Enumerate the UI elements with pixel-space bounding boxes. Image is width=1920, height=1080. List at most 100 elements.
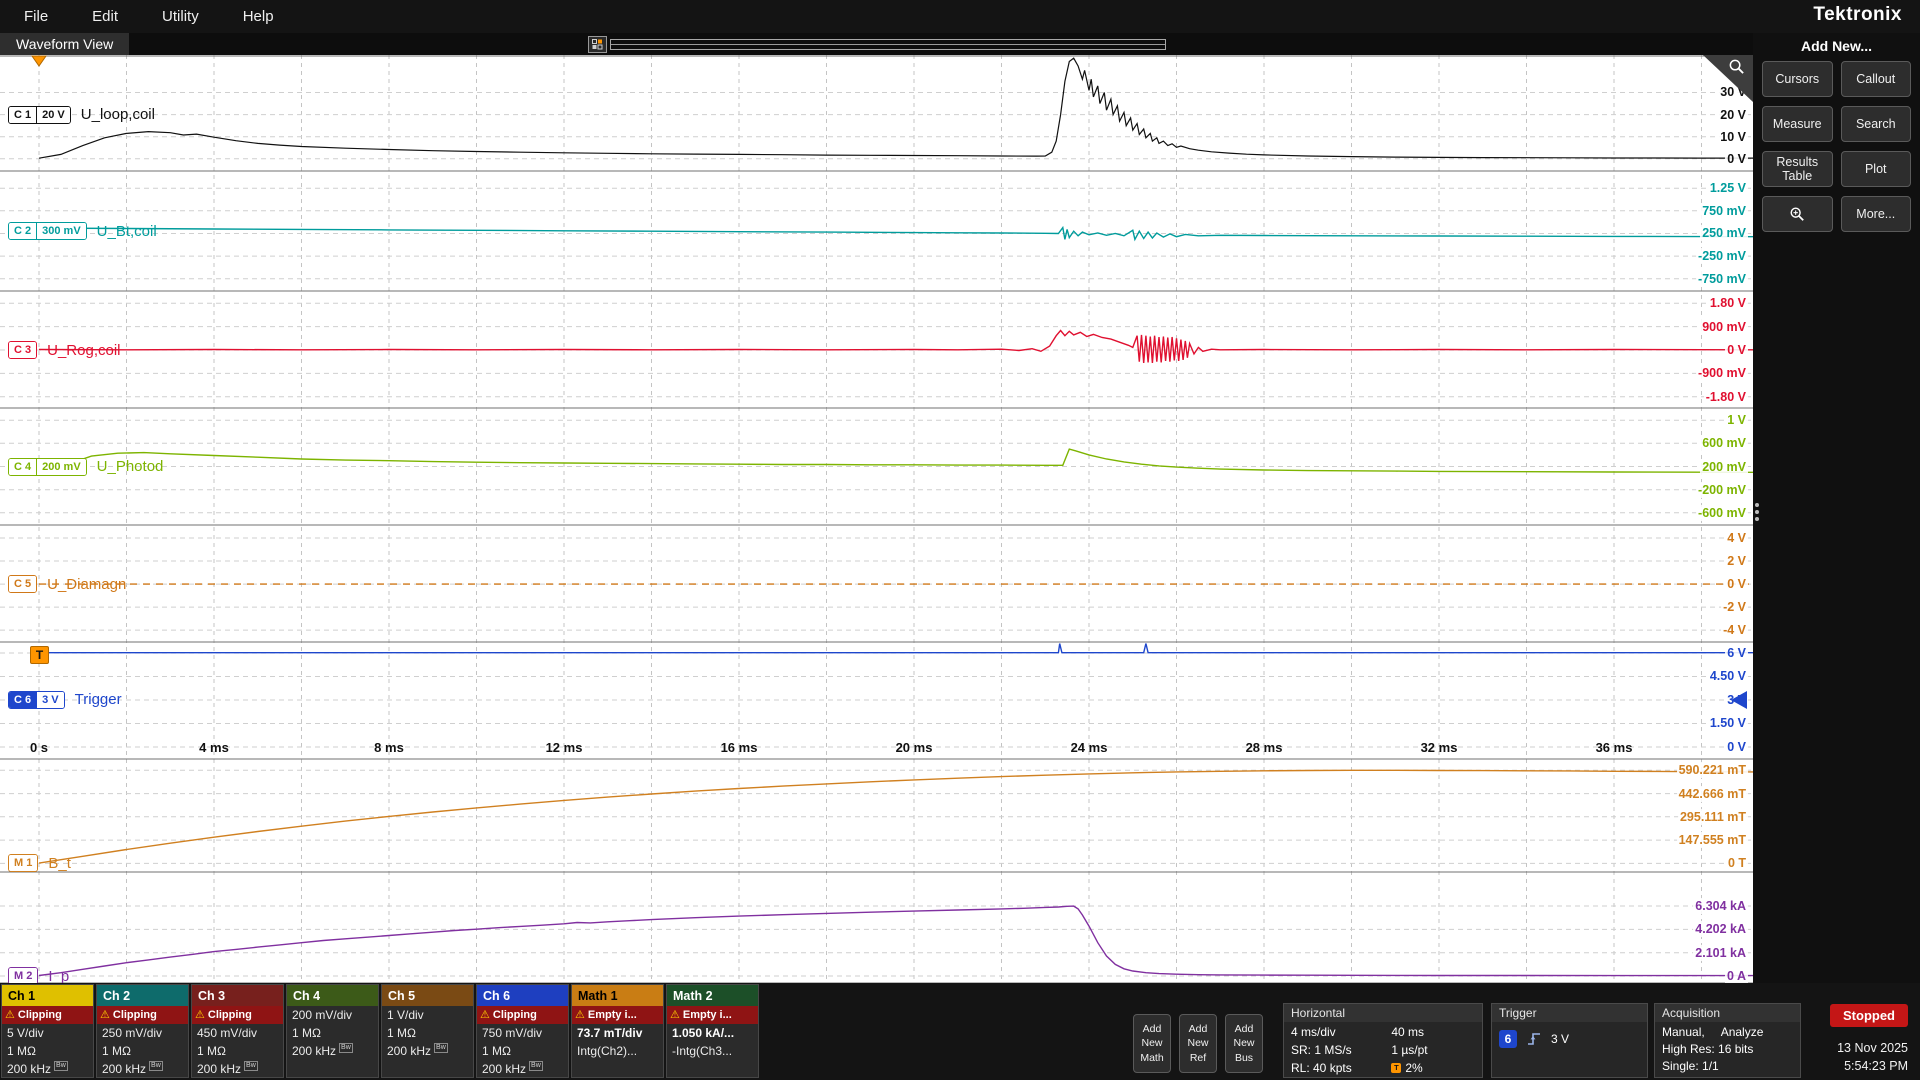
channel-strip-tab[interactable]: Ch 4 (287, 985, 378, 1006)
add-new-math-button[interactable]: Add New Math (1133, 1014, 1171, 1073)
channel-badge-ch3[interactable]: C 3 (8, 341, 37, 359)
channel-strip-ch-6[interactable]: Ch 6⚠Clipping750 mV/div1 MΩ200 kHzBw (476, 984, 569, 1078)
channel-strip-ch-5[interactable]: Ch 51 V/div1 MΩ200 kHzBw (381, 984, 474, 1078)
warning-text: Clipping (113, 1009, 157, 1021)
channel-badge-m1[interactable]: M 1 (8, 854, 38, 872)
channel-setting-row: 5 V/div (2, 1024, 93, 1042)
channel-strip-math-1[interactable]: Math 1⚠Empty i...73.7 mT/divIntg(Ch2)... (571, 984, 664, 1078)
warning-text: Clipping (18, 1009, 62, 1021)
channel-handle-m1[interactable]: M 1B_t (8, 852, 71, 874)
channel-badge-ch5[interactable]: C 5 (8, 575, 37, 593)
sidebar-button-measure[interactable]: Measure (1762, 106, 1833, 142)
sidebar-button-plot[interactable]: Plot (1841, 151, 1912, 187)
channel-scale-ch1: 20 V (36, 107, 70, 123)
clipping-warning: ⚠Clipping (192, 1006, 283, 1024)
channel-strip-tab[interactable]: Ch 6 (477, 985, 568, 1006)
channel-handle-ch5[interactable]: C 5U_Diamagn (8, 573, 126, 595)
channel-strip-tab[interactable]: Math 2 (667, 985, 758, 1006)
panel-drag-handle[interactable] (1755, 503, 1759, 521)
channel-setting-row: 1 MΩ (382, 1024, 473, 1042)
trigger-source-flag[interactable]: T (30, 646, 49, 664)
date-label: 13 Nov 2025 (1837, 1041, 1908, 1055)
channel-strip-ch-2[interactable]: Ch 2⚠Clipping250 mV/div1 MΩ200 kHzBw (96, 984, 189, 1078)
channel-strip-tab[interactable]: Ch 3 (192, 985, 283, 1006)
sidebar-button-zoom[interactable] (1762, 196, 1833, 232)
sidebar-button-callout[interactable]: Callout (1841, 61, 1912, 97)
sample-rate: SR: 1 MS/s (1291, 1042, 1391, 1058)
channel-badge-name-ch4: C 4 (9, 459, 36, 475)
sidebar-button-cursors[interactable]: Cursors (1762, 61, 1833, 97)
channel-handle-ch3[interactable]: C 3U_Rog,coil (8, 339, 121, 361)
channel-strip-ch-4[interactable]: Ch 4200 mV/div1 MΩ200 kHzBw (286, 984, 379, 1078)
trigger-position-percent: 2% (1405, 1060, 1422, 1076)
trigger-level: 3 V (1551, 1032, 1569, 1046)
tektronix-logo: Tektronix (1813, 4, 1902, 26)
horizontal-panel[interactable]: Horizontal 4 ms/div 40 ms SR: 1 MS/s 1 µ… (1283, 1003, 1483, 1078)
channel-strip-tab[interactable]: Ch 2 (97, 985, 188, 1006)
channel-strip-tab[interactable]: Math 1 (572, 985, 663, 1006)
sidebar-button-more[interactable]: More... (1841, 196, 1912, 232)
channel-badge-ch6[interactable]: C 63 V (8, 691, 65, 709)
warning-icon: ⚠ (670, 1010, 680, 1021)
menu-item-edit[interactable]: Edit (92, 8, 118, 25)
acquisition-status-badge[interactable]: Stopped (1830, 1004, 1908, 1027)
menubar: File Edit Utility Help Tektronix (0, 0, 1920, 33)
channel-scale-ch4: 200 mV (36, 459, 86, 475)
bottom-bar: Ch 1⚠Clipping5 V/div1 MΩ200 kHzBwCh 2⚠Cl… (0, 983, 1920, 1080)
bandwidth-badge: Bw (434, 1043, 448, 1053)
axis-tick-label-ch3: 0 V (1725, 342, 1748, 358)
channel-badge-ch2[interactable]: C 2300 mV (8, 222, 87, 240)
channel-label-ch1: U_loop,coil (81, 106, 155, 123)
acquisition-single-count: Single: 1/1 (1662, 1058, 1719, 1075)
magnifier-icon (1789, 206, 1805, 222)
warning-text: Clipping (493, 1009, 537, 1021)
channel-strip-tab[interactable]: Ch 1 (2, 985, 93, 1006)
time-label: 5:54:23 PM (1844, 1059, 1908, 1073)
channel-setting-row: 200 kHzBw (382, 1042, 473, 1060)
menu-item-utility[interactable]: Utility (162, 8, 199, 25)
channel-handle-ch2[interactable]: C 2300 mVU_Bt,coil (8, 220, 157, 242)
axis-tick-label-ch3: -1.80 V (1704, 389, 1748, 405)
bandwidth-badge: Bw (244, 1061, 258, 1071)
channel-strip-body: ⚠Clipping750 mV/div1 MΩ200 kHzBw (477, 1006, 568, 1078)
trigger-panel[interactable]: Trigger 6 3 V (1491, 1003, 1648, 1078)
channel-strip-ch-3[interactable]: Ch 3⚠Clipping450 mV/div1 MΩ200 kHzBw (191, 984, 284, 1078)
sidebar-button-results-table[interactable]: Results Table (1762, 151, 1833, 187)
channel-badge-ch4[interactable]: C 4200 mV (8, 458, 87, 476)
right-sidebar: Add New... CursorsCalloutMeasureSearchRe… (1753, 33, 1920, 983)
channel-handle-ch4[interactable]: C 4200 mV U_Photod (8, 456, 163, 478)
channel-strip-tab[interactable]: Ch 5 (382, 985, 473, 1006)
acquisition-analyze: Analyze (1721, 1024, 1764, 1041)
menu-item-help[interactable]: Help (243, 8, 274, 25)
add-new-ref-button[interactable]: Add New Ref (1179, 1014, 1217, 1073)
channel-strip-math-2[interactable]: Math 2⚠Empty i...1.050 kA/...-Intg(Ch3..… (666, 984, 759, 1078)
axis-tick-label-ch2: -750 mV (1696, 271, 1748, 287)
plot-overlays: 30 V20 V10 V0 VC 120 VU_loop,coil1.25 V7… (0, 33, 1753, 983)
channel-label-ch6: Trigger (75, 691, 122, 708)
acquisition-mode: Manual, (1662, 1024, 1705, 1041)
add-new-bus-button[interactable]: Add New Bus (1225, 1014, 1263, 1073)
channel-strip-ch-1[interactable]: Ch 1⚠Clipping5 V/div1 MΩ200 kHzBw (1, 984, 94, 1078)
channel-setting-row: -Intg(Ch3... (667, 1042, 758, 1060)
warning-text: Empty i... (588, 1009, 637, 1021)
channel-handle-ch6[interactable]: C 63 V Trigger (8, 689, 122, 711)
channel-setting-row: 200 kHzBw (287, 1042, 378, 1060)
warning-icon: ⚠ (100, 1010, 110, 1021)
channel-label-ch4: U_Photod (97, 458, 164, 475)
menu: File Edit Utility Help (0, 8, 274, 25)
trigger-level-marker[interactable] (1731, 691, 1747, 709)
channel-badge-ch1[interactable]: C 120 V (8, 106, 71, 124)
sidebar-button-search[interactable]: Search (1841, 106, 1912, 142)
channel-strip-body: 200 mV/div1 MΩ200 kHzBw (287, 1006, 378, 1078)
channel-setting-row: 750 mV/div (477, 1024, 568, 1042)
channel-setting-row: Intg(Ch2)... (572, 1042, 663, 1060)
axis-tick-label-ch5: -4 V (1721, 622, 1748, 638)
time-axis-label: 24 ms (1059, 740, 1119, 755)
waveform-view: Waveform View 30 V20 V10 V0 VC 120 VU_lo… (0, 33, 1753, 983)
menu-item-file[interactable]: File (24, 8, 48, 25)
channel-handle-ch1[interactable]: C 120 V U_loop,coil (8, 104, 155, 126)
channel-label-m2: I_p (48, 968, 69, 985)
acquisition-panel[interactable]: Acquisition Manual, Analyze High Res: 16… (1654, 1003, 1801, 1078)
clipping-warning: ⚠Empty i... (667, 1006, 758, 1024)
acquisition-resolution: High Res: 16 bits (1662, 1041, 1753, 1058)
